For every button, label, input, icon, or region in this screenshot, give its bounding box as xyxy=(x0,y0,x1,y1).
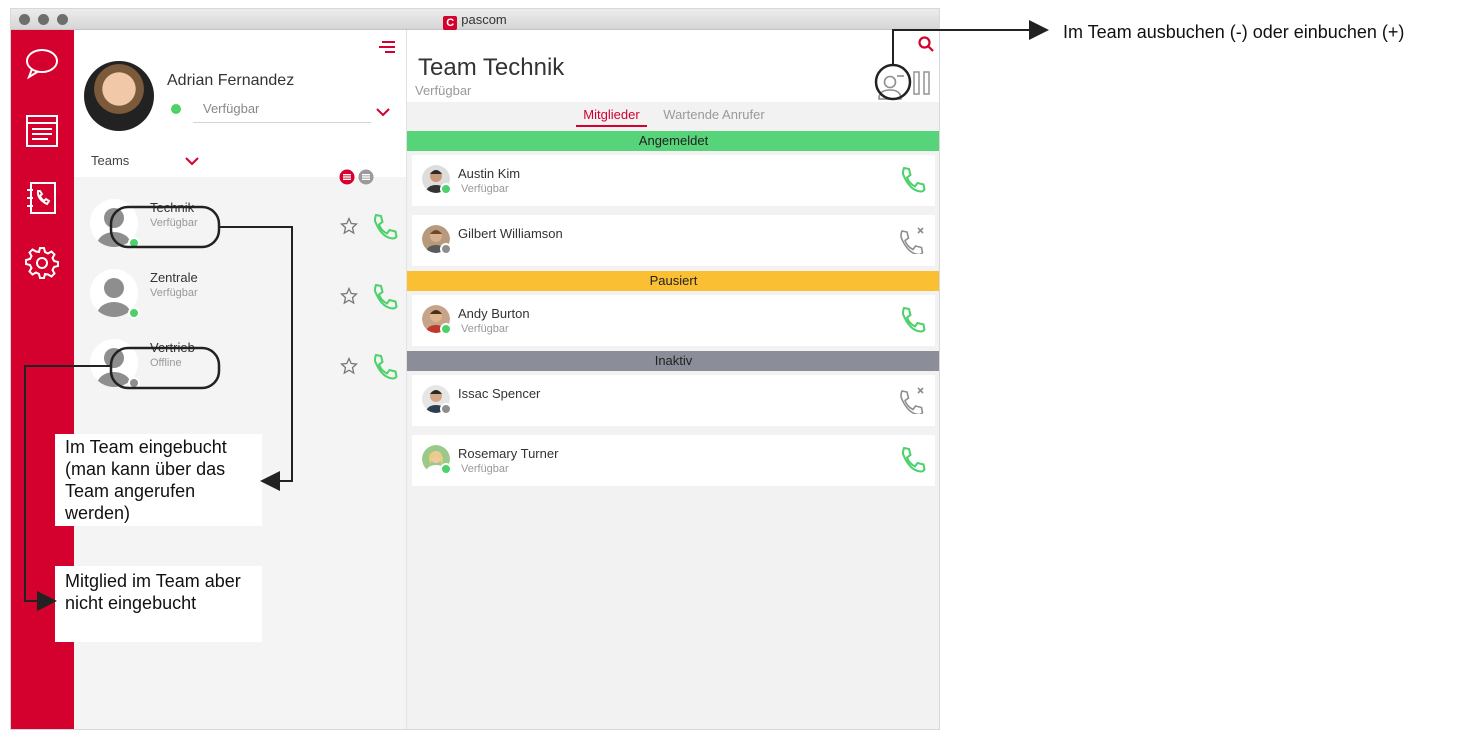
journal-icon xyxy=(26,115,58,147)
status-chevron-down-icon[interactable] xyxy=(376,105,390,119)
member-name: Austin Kim xyxy=(458,166,521,181)
member-name: Issac Spencer xyxy=(458,386,541,401)
member-name: Gilbert Williamson xyxy=(458,226,563,241)
team-item-technik[interactable]: Technik Verfügbar xyxy=(74,186,406,256)
member-status: Verfügbar xyxy=(461,183,509,195)
annotation-team-toggle: Im Team ausbuchen (-) oder einbuchen (+) xyxy=(1063,22,1405,42)
stage: Cpascom Adrian Fernandez Verfügbar Teams… xyxy=(0,0,1483,750)
list-view-icon[interactable] xyxy=(339,169,355,185)
annotation-not-logged-in: Mitglied im Team aber nicht eingebucht xyxy=(55,566,262,642)
member-name: Rosemary Turner xyxy=(458,446,559,461)
member-row-andy-burton[interactable]: Andy Burton Verfügbar xyxy=(412,295,935,346)
phone-unavailable-icon xyxy=(900,387,924,414)
member-status-dot xyxy=(440,403,452,415)
member-name: Andy Burton xyxy=(458,306,530,321)
detail-view-icon[interactable] xyxy=(358,169,374,185)
nav-journal-button[interactable] xyxy=(24,113,60,149)
tab-mitglieder[interactable]: Mitglieder xyxy=(576,105,647,127)
nav-phonebook-button[interactable] xyxy=(24,180,60,216)
member-row-issac-spencer[interactable]: Issac Spencer xyxy=(412,375,935,426)
team-name: Vertrieb xyxy=(150,340,195,355)
app-title-text: pascom xyxy=(461,12,507,27)
team-status: Verfügbar xyxy=(150,287,198,299)
member-row-rosemary-turner[interactable]: Rosemary Turner Verfügbar xyxy=(412,435,935,486)
team-title: Team Technik xyxy=(418,54,565,81)
profile-header: Adrian Fernandez Verfügbar Teams xyxy=(74,30,406,177)
call-team-phone-icon[interactable] xyxy=(370,283,398,311)
favorite-star-icon[interactable] xyxy=(340,287,358,305)
user-avatar[interactable] xyxy=(84,61,154,131)
member-status-dot xyxy=(440,323,452,335)
nav-chat-button[interactable] xyxy=(24,46,60,82)
gear-icon xyxy=(25,247,59,279)
phone-icon[interactable] xyxy=(898,166,926,194)
search-icon[interactable] xyxy=(918,36,934,52)
member-status: Verfügbar xyxy=(461,323,509,335)
phone-icon[interactable] xyxy=(898,306,926,334)
team-status-dot xyxy=(128,377,140,389)
team-item-vertrieb[interactable]: Vertrieb Offline xyxy=(74,326,406,396)
team-detail-panel: Team Technik Verfügbar Mitglieder Warten… xyxy=(406,30,939,729)
member-status-dot xyxy=(440,463,452,475)
profile-status-select[interactable]: Verfügbar xyxy=(193,101,371,123)
teams-label: Teams xyxy=(91,153,130,168)
team-name: Zentrale xyxy=(150,270,198,285)
pascom-logo-icon: C xyxy=(443,16,458,30)
section-header: Inaktiv xyxy=(407,351,939,371)
nav-settings-button[interactable] xyxy=(24,245,60,281)
call-team-phone-icon[interactable] xyxy=(370,353,398,381)
team-login-toggle-user-icon[interactable] xyxy=(877,73,905,101)
phonebook-icon xyxy=(27,182,56,214)
detail-tabs: Mitglieder Wartende Anrufer xyxy=(407,105,939,129)
team-name: Technik xyxy=(150,200,195,215)
app-title: Cpascom xyxy=(11,12,939,30)
menu-icon[interactable] xyxy=(379,41,395,53)
team-status: Verfügbar xyxy=(150,217,198,229)
section-header: Pausiert xyxy=(407,271,939,291)
member-row-gilbert-williamson[interactable]: Gilbert Williamson xyxy=(412,215,935,266)
team-status: Verfügbar xyxy=(415,83,472,98)
pause-icon[interactable] xyxy=(912,70,932,96)
team-status-dot xyxy=(128,237,140,249)
teams-chevron-down-icon[interactable] xyxy=(185,154,199,168)
title-bar: Cpascom xyxy=(11,9,939,30)
favorite-star-icon[interactable] xyxy=(340,217,358,235)
profile-status-dot xyxy=(171,104,181,114)
profile-name: Adrian Fernandez xyxy=(167,72,295,89)
chat-bubble-icon xyxy=(26,49,58,80)
section-header: Angemeldet xyxy=(407,131,939,151)
member-row-austin-kim[interactable]: Austin Kim Verfügbar xyxy=(412,155,935,206)
member-status-dot xyxy=(440,183,452,195)
tab-wartende-anrufer[interactable]: Wartende Anrufer xyxy=(656,105,771,125)
member-status-dot xyxy=(440,243,452,255)
team-status: Offline xyxy=(150,357,182,369)
phone-icon[interactable] xyxy=(898,446,926,474)
annotation-logged-in: Im Team eingebucht (man kann über das Te… xyxy=(55,434,262,526)
team-item-zentrale[interactable]: Zentrale Verfügbar xyxy=(74,256,406,326)
favorite-star-icon[interactable] xyxy=(340,357,358,375)
phone-unavailable-icon xyxy=(900,227,924,254)
team-status-dot xyxy=(128,307,140,319)
team-detail-header: Team Technik Verfügbar xyxy=(407,30,939,102)
member-status: Verfügbar xyxy=(461,463,509,475)
call-team-phone-icon[interactable] xyxy=(370,213,398,241)
